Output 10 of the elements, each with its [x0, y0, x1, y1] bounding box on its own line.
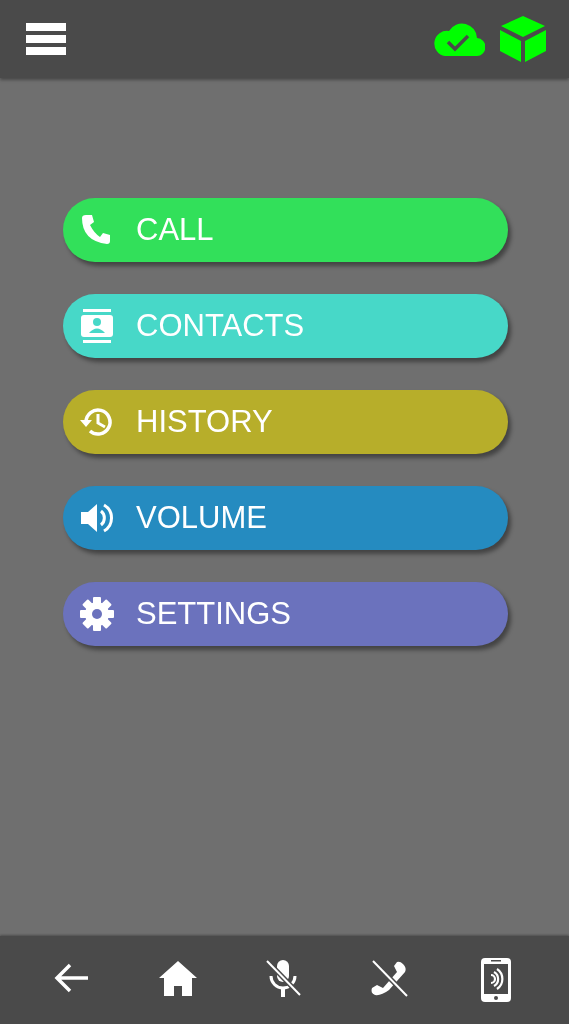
- gear-icon: [79, 596, 115, 632]
- menu-icon[interactable]: [26, 23, 66, 55]
- menu-button[interactable]: SETTINGS: [63, 582, 508, 646]
- menu-button[interactable]: CONTACTS: [63, 294, 508, 358]
- menu-button[interactable]: HISTORY: [63, 390, 508, 454]
- menu-button[interactable]: VOLUME: [63, 486, 508, 550]
- contact-card-icon: [79, 308, 115, 344]
- cloud-check-icon: [433, 22, 485, 56]
- menu-button[interactable]: CALL: [63, 198, 508, 262]
- cube-icon: [499, 15, 547, 63]
